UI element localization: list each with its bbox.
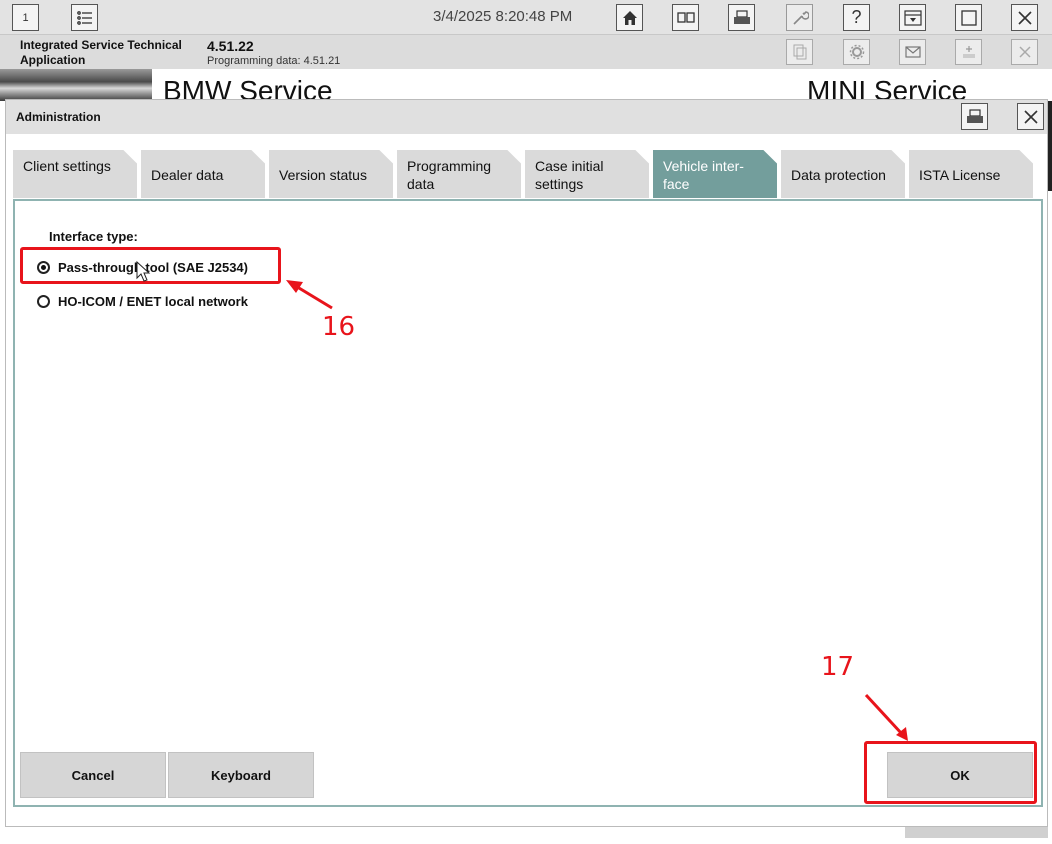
tab-label: Vehicle inter-face <box>663 158 744 192</box>
tab-label: ISTA License <box>919 167 1001 183</box>
tab-label: Dealer data <box>151 167 224 183</box>
dialog-titlebar: Administration <box>6 100 1047 134</box>
administration-dialog: Administration Client settings Dealer da… <box>5 99 1048 827</box>
home-icon[interactable] <box>616 4 643 31</box>
interface-type-label: Interface type: <box>49 229 138 244</box>
option-label: HO-ICOM / ENET local network <box>58 294 248 309</box>
keyboard-button[interactable]: Keyboard <box>168 752 314 798</box>
tab-ista-license[interactable]: ISTA License <box>909 150 1033 198</box>
cancel-button[interactable]: Cancel <box>20 752 166 798</box>
wrench-icon[interactable] <box>786 4 813 31</box>
close-icon[interactable] <box>1011 4 1038 31</box>
dialog-title: Administration <box>16 110 101 124</box>
brand-strip: BMW Service MINI Service <box>0 69 1052 106</box>
tab-version-status[interactable]: Version status <box>269 150 393 198</box>
tab-label: Data protection <box>791 167 886 183</box>
documents-icon[interactable] <box>786 39 813 65</box>
page-number: 1 <box>22 11 29 24</box>
print-icon[interactable] <box>728 4 755 31</box>
tab-case-initial-settings[interactable]: Case initial settings <box>525 150 649 198</box>
app-name: Integrated Service Technical Application <box>20 38 182 67</box>
maximize-icon[interactable] <box>955 4 982 31</box>
tab-bar: Client settings Dealer data Version stat… <box>13 150 1043 198</box>
tab-client-settings[interactable]: Client settings <box>13 150 137 198</box>
annotation-step-16: 16 <box>322 312 356 342</box>
dropdown-window-icon[interactable] <box>899 4 926 31</box>
split-view-icon[interactable] <box>672 4 699 31</box>
tab-vehicle-interface[interactable]: Vehicle inter-face <box>653 150 777 198</box>
print-icon[interactable] <box>961 103 988 130</box>
list-icon[interactable] <box>71 4 98 31</box>
tab-label: Programming data <box>407 158 492 192</box>
tab-label: Case initial settings <box>535 158 604 192</box>
scrollbar[interactable] <box>905 827 1048 838</box>
tab-content: Interface type: Pass-through tool (SAE J… <box>13 199 1043 807</box>
annotation-step-17: 17 <box>821 652 855 682</box>
logo-graphic <box>0 69 152 101</box>
programming-data: Programming data: 4.51.21 <box>207 55 341 67</box>
highlight-box-pass-through <box>20 247 281 284</box>
page-number-button[interactable]: 1 <box>12 4 39 31</box>
mail-icon[interactable] <box>899 39 926 65</box>
highlight-box-ok <box>864 741 1037 804</box>
gear-icon[interactable] <box>843 39 870 65</box>
help-icon[interactable]: ? <box>843 4 870 31</box>
ista-window: 1 3/4/2025 8:20:48 PM ? Integrated Servi… <box>0 0 1052 844</box>
datetime: 3/4/2025 8:20:48 PM <box>433 8 573 25</box>
app-header: Integrated Service Technical Application… <box>0 35 1052 69</box>
tab-label: Version status <box>279 167 367 183</box>
tab-label: Client settings <box>23 158 111 174</box>
close-case-icon[interactable] <box>1011 39 1038 65</box>
option-ho-icom-enet[interactable]: HO-ICOM / ENET local network <box>37 294 248 309</box>
tab-data-protection[interactable]: Data protection <box>781 150 905 198</box>
tab-programming-data[interactable]: Programming data <box>397 150 521 198</box>
close-icon[interactable] <box>1017 103 1044 130</box>
radio-unselected[interactable] <box>37 295 50 308</box>
top-toolbar: 1 3/4/2025 8:20:48 PM ? <box>0 0 1052 35</box>
tab-dealer-data[interactable]: Dealer data <box>141 150 265 198</box>
app-version: 4.51.22 <box>207 38 254 54</box>
air-icon[interactable] <box>955 39 982 65</box>
